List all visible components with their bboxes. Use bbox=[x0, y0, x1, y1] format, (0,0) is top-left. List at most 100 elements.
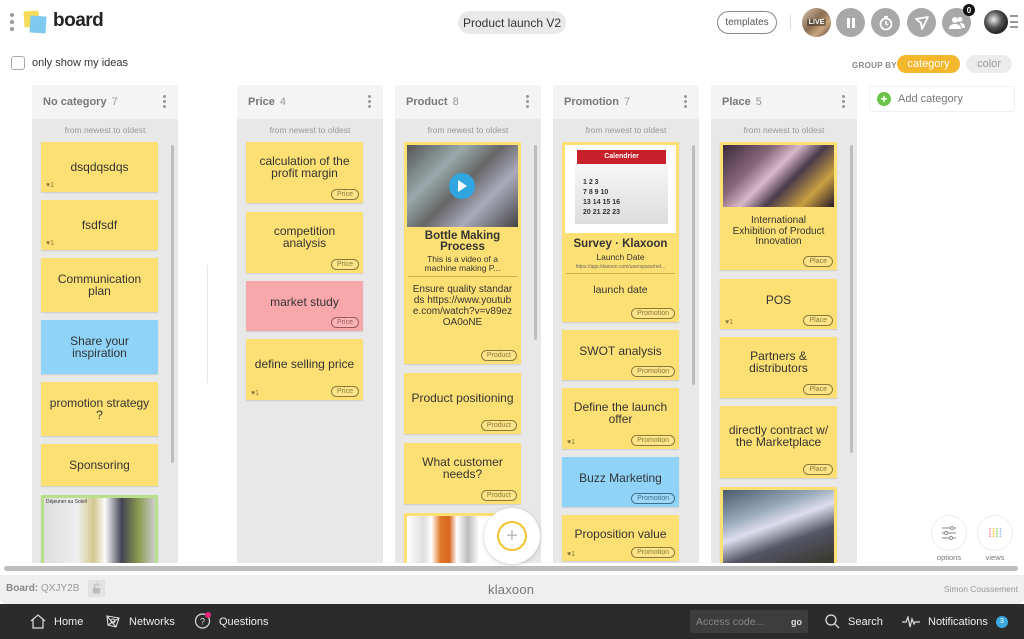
idea-card[interactable]: calculation of the profit margin Price bbox=[246, 142, 363, 203]
options-label: options bbox=[936, 553, 962, 562]
group-by-color-button[interactable]: color bbox=[966, 55, 1012, 73]
column-scrollbar[interactable] bbox=[171, 145, 174, 463]
only-my-ideas-filter[interactable]: only show my ideas bbox=[11, 56, 128, 70]
go-button[interactable]: go bbox=[791, 617, 802, 627]
app-menu-button[interactable] bbox=[9, 13, 15, 31]
column-scrollbar[interactable] bbox=[534, 145, 537, 340]
only-my-ideas-checkbox[interactable] bbox=[11, 56, 25, 70]
idea-card[interactable]: fsdfsdf ♥1 bbox=[41, 200, 158, 250]
add-category-button[interactable]: + Add category bbox=[869, 86, 1015, 112]
sliders-icon bbox=[942, 526, 956, 540]
column-scrollbar[interactable] bbox=[692, 145, 695, 385]
templates-button[interactable]: templates bbox=[717, 11, 777, 34]
like-count[interactable]: ♥1 bbox=[725, 319, 733, 326]
idea-card[interactable]: market study Price bbox=[246, 281, 363, 331]
board-logo-icon bbox=[23, 10, 48, 34]
nav-home[interactable]: Home bbox=[30, 604, 83, 639]
category-tag[interactable]: Product bbox=[480, 490, 517, 501]
live-session-button[interactable]: LIVE bbox=[802, 8, 831, 37]
idea-card[interactable]: POS ♥1 Place bbox=[720, 279, 837, 329]
idea-card[interactable]: define selling price ♥1 Price bbox=[246, 339, 363, 400]
column-scrollbar[interactable] bbox=[850, 145, 853, 453]
unlock-icon bbox=[93, 583, 100, 594]
pause-button[interactable] bbox=[836, 8, 865, 37]
idea-card-image[interactable] bbox=[720, 487, 837, 563]
idea-card[interactable]: What customer needs? Product bbox=[404, 443, 521, 504]
idea-card[interactable]: Partners & distributors Place bbox=[720, 337, 837, 398]
sort-order-label[interactable]: from newest to oldest bbox=[711, 125, 857, 137]
nav-search[interactable]: Search bbox=[825, 604, 883, 639]
column-no-category: No category 7 from newest to oldest dsqd… bbox=[32, 85, 178, 563]
category-tag[interactable]: Product bbox=[480, 350, 517, 361]
views-button[interactable] bbox=[977, 515, 1013, 551]
like-count[interactable]: ♥1 bbox=[567, 551, 575, 558]
divider bbox=[790, 15, 791, 29]
idea-card[interactable]: Share your inspiration bbox=[41, 320, 158, 374]
category-tag[interactable]: Promotion bbox=[631, 493, 675, 504]
send-button[interactable] bbox=[907, 8, 936, 37]
link-url[interactable]: https://app.klaxoon.com/userspace/net... bbox=[566, 264, 675, 270]
category-tag[interactable]: Promotion bbox=[631, 308, 675, 319]
calendar-image: Calendrier 1 2 37 8 9 10 13 14 15 16 20 21… bbox=[565, 145, 676, 233]
options-button[interactable] bbox=[931, 515, 967, 551]
category-tag[interactable]: Price bbox=[331, 189, 359, 200]
category-tag[interactable]: Place bbox=[803, 256, 833, 267]
idea-card-link[interactable]: Bottle Making Process This is a video of… bbox=[404, 142, 521, 364]
column-count: 8 bbox=[452, 96, 459, 108]
category-tag[interactable]: Promotion bbox=[631, 435, 675, 446]
column-count: 7 bbox=[111, 96, 118, 108]
like-count[interactable]: ♥1 bbox=[46, 240, 54, 247]
idea-card[interactable]: directly contract w/ the Marketplace Plac… bbox=[720, 406, 837, 478]
nav-questions[interactable]: ? Questions bbox=[194, 604, 269, 639]
idea-card[interactable]: Buzz Marketing Promotion bbox=[562, 457, 679, 507]
group-by-category-button[interactable]: category bbox=[897, 55, 960, 73]
user-avatar[interactable] bbox=[984, 10, 1008, 34]
idea-card[interactable]: dsqdqsdqs ♥1 bbox=[41, 142, 158, 192]
column-menu-icon[interactable] bbox=[684, 95, 687, 108]
sort-order-label[interactable]: from newest to oldest bbox=[32, 125, 178, 137]
idea-card[interactable]: SWOT analysis Promotion bbox=[562, 330, 679, 380]
card-text: Ensure quality standards https://www.you… bbox=[412, 284, 513, 328]
category-tag[interactable]: Promotion bbox=[631, 547, 675, 558]
like-count[interactable]: ♥1 bbox=[251, 390, 259, 397]
sort-order-label[interactable]: from newest to oldest bbox=[237, 125, 383, 137]
category-tag[interactable]: Product bbox=[480, 420, 517, 431]
nav-notifications[interactable]: Notifications 3 bbox=[902, 604, 1008, 639]
idea-card[interactable]: Define the launch offer ♥1 Promotion bbox=[562, 388, 679, 449]
category-tag[interactable]: Price bbox=[331, 259, 359, 270]
column-header: Place 5 bbox=[711, 85, 857, 119]
lock-button[interactable] bbox=[88, 580, 105, 597]
column-menu-icon[interactable] bbox=[368, 95, 371, 108]
column-menu-icon[interactable] bbox=[163, 95, 166, 108]
nav-networks[interactable]: Networks bbox=[105, 604, 175, 639]
category-tag[interactable]: Place bbox=[803, 464, 833, 475]
add-idea-button[interactable]: + bbox=[484, 508, 540, 564]
idea-card[interactable]: Product positioning Product bbox=[404, 373, 521, 434]
idea-card[interactable]: Sponsoring bbox=[41, 444, 158, 486]
sort-order-label[interactable]: from newest to oldest bbox=[553, 125, 699, 137]
column-menu-icon[interactable] bbox=[526, 95, 529, 108]
category-tag[interactable]: Price bbox=[331, 386, 359, 397]
idea-card-image[interactable]: International Exhibition of Product Inno… bbox=[720, 142, 837, 270]
video-thumbnail[interactable] bbox=[407, 145, 518, 227]
timer-button[interactable] bbox=[871, 8, 900, 37]
idea-card-image[interactable]: Déjeuner au Soleil bbox=[41, 495, 158, 563]
horizontal-scrollbar[interactable] bbox=[4, 566, 1018, 571]
access-code-input[interactable]: Access code... go bbox=[690, 610, 808, 633]
category-tag[interactable]: Place bbox=[803, 384, 833, 395]
board-name-button[interactable]: Product launch V2 bbox=[458, 11, 566, 34]
like-count[interactable]: ♥1 bbox=[567, 439, 575, 446]
idea-card-link[interactable]: Calendrier 1 2 37 8 9 10 13 14 15 16 20 21… bbox=[562, 142, 679, 322]
idea-card[interactable]: competition analysis Price bbox=[246, 212, 363, 273]
column-menu-icon[interactable] bbox=[842, 95, 845, 108]
sort-order-label[interactable]: from newest to oldest bbox=[395, 125, 541, 137]
hamburger-menu-icon[interactable] bbox=[1010, 15, 1018, 28]
idea-card[interactable]: Communication plan bbox=[41, 258, 158, 312]
play-icon[interactable] bbox=[449, 173, 475, 199]
category-tag[interactable]: Place bbox=[803, 315, 833, 326]
idea-card[interactable]: promotion strategy ? bbox=[41, 382, 158, 436]
category-tag[interactable]: Promotion bbox=[631, 366, 675, 377]
like-count[interactable]: ♥1 bbox=[46, 182, 54, 189]
category-tag[interactable]: Price bbox=[331, 317, 359, 328]
idea-card[interactable]: Proposition value ♥1 Promotion bbox=[562, 515, 679, 561]
